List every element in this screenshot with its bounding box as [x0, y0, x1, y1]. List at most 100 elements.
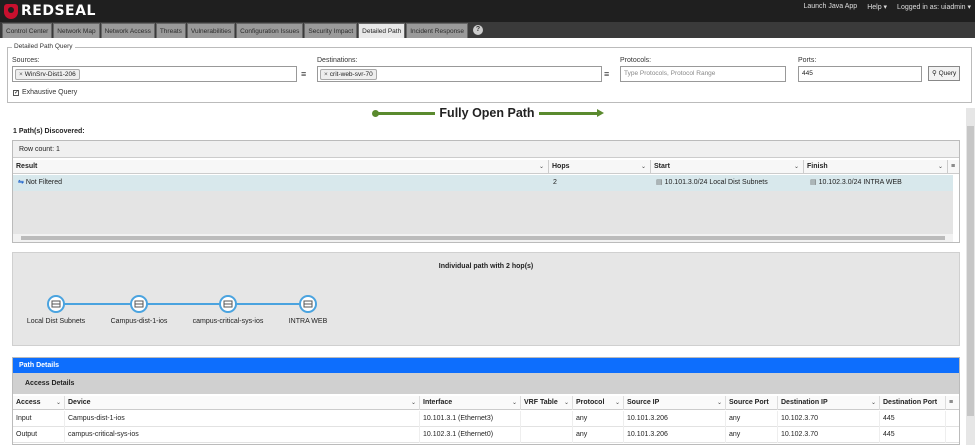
- page-scrollbar-thumb[interactable]: [967, 126, 974, 416]
- launch-java-app-link[interactable]: Launch Java App: [803, 3, 857, 11]
- hop-node-2[interactable]: [219, 295, 237, 313]
- tab-network-access[interactable]: Network Access: [100, 23, 155, 38]
- subnet-icon: [303, 300, 313, 308]
- row-count: Row count: 1: [13, 141, 959, 158]
- col-destination-ip-label: Destination IP: [781, 399, 828, 406]
- chevron-down-icon[interactable]: ⌄: [56, 396, 61, 410]
- col-destination-port[interactable]: Destination Port: [880, 396, 946, 410]
- sources-field[interactable]: × WinSrv-Dist1-206: [12, 66, 297, 82]
- query-button[interactable]: ⚲ Query: [928, 66, 961, 81]
- table-row[interactable]: Output campus-critical-sys-ios 10.102.3.…: [13, 427, 959, 443]
- source-port-cell: any: [726, 411, 778, 427]
- chevron-down-icon[interactable]: ⌄: [615, 396, 620, 410]
- arrow-tail-icon: [372, 109, 436, 117]
- brand-name: REDSEAL: [21, 3, 96, 19]
- tab-threats[interactable]: Threats: [155, 23, 186, 38]
- col-finish-label: Finish: [807, 163, 828, 170]
- path-details-header[interactable]: Path Details: [13, 358, 959, 373]
- col-vrf-table[interactable]: VRF Table ⌄: [521, 396, 573, 410]
- ports-input[interactable]: 445: [798, 66, 922, 82]
- tab-vulnerabilities[interactable]: Vulnerabilities: [186, 23, 236, 38]
- sources-menu-icon[interactable]: ≡: [301, 70, 309, 79]
- chevron-down-icon[interactable]: ⌄: [794, 160, 799, 174]
- destinations-menu-icon[interactable]: ≡: [604, 70, 612, 79]
- path-details: Path Details Access Details Access ⌄ Devi…: [12, 357, 960, 445]
- router-icon: [223, 300, 233, 308]
- col-start-label: Start: [654, 163, 670, 170]
- destination-port-cell: 445: [880, 411, 946, 427]
- remove-destination-icon[interactable]: ×: [324, 71, 328, 78]
- hop-node-start[interactable]: [47, 295, 65, 313]
- col-source-port-label: Source Port: [729, 399, 769, 406]
- chevron-down-icon[interactable]: ⌄: [539, 160, 544, 174]
- col-interface-label: Interface: [423, 399, 453, 406]
- table-row[interactable]: Input Campus-dist-1-ios 10.101.3.1 (Ethe…: [13, 411, 959, 427]
- page-scrollbar[interactable]: [966, 108, 975, 445]
- hop-node-1[interactable]: [130, 295, 148, 313]
- remove-source-icon[interactable]: ×: [19, 71, 23, 78]
- destinations-label: Destinations:: [317, 57, 358, 64]
- detailed-path-query: Detailed Path Query Sources: × WinSrv-Dis…: [7, 43, 972, 103]
- protocols-input[interactable]: Type Protocols, Protocol Range: [620, 66, 786, 82]
- user-menu[interactable]: Logged in as: uiadmin ▾: [897, 3, 971, 11]
- destination-port-cell: 445: [880, 427, 946, 443]
- vrf-cell: [521, 427, 573, 443]
- sources-label: Sources:: [12, 57, 40, 64]
- help-menu[interactable]: Help ▾: [867, 3, 887, 11]
- col-interface[interactable]: Interface ⌄: [420, 396, 521, 410]
- help-icon[interactable]: ?: [473, 25, 484, 35]
- tab-network-map[interactable]: Network Map: [53, 23, 100, 38]
- query-legend: Detailed Path Query: [12, 43, 75, 50]
- start-value: 10.101.3.0/24 Local Dist Subnets: [664, 179, 768, 186]
- result-cell: ⇋ Not Filtered: [15, 175, 62, 191]
- tab-control-center[interactable]: Control Center: [2, 23, 53, 38]
- protocols-label: Protocols:: [620, 57, 652, 64]
- redseal-logo[interactable]: REDSEAL: [4, 3, 96, 19]
- chevron-down-icon[interactable]: ⌄: [717, 396, 722, 410]
- col-access[interactable]: Access ⌄: [13, 396, 65, 410]
- table-row[interactable]: ⇋ Not Filtered 2 ▤ 10.101.3.0/24 Local D…: [13, 175, 953, 191]
- source-chip-label: WinSrv-Dist1-206: [24, 71, 76, 78]
- tab-detailed-path[interactable]: Detailed Path: [358, 23, 406, 38]
- col-hops[interactable]: Hops ⌄: [549, 160, 651, 174]
- tab-security-impact[interactable]: Security Impact: [304, 23, 358, 38]
- col-result-label: Result: [16, 163, 38, 170]
- col-destination-ip[interactable]: Destination IP ⌄: [778, 396, 880, 410]
- chevron-down-icon[interactable]: ⌄: [411, 396, 416, 410]
- col-protocol[interactable]: Protocol ⌄: [573, 396, 624, 410]
- col-device-label: Device: [68, 399, 91, 406]
- results-horizontal-scrollbar[interactable]: [13, 234, 953, 242]
- col-source-port[interactable]: Source Port: [726, 396, 778, 410]
- col-result[interactable]: Result ⌄: [13, 160, 549, 174]
- protocols-placeholder: Type Protocols, Protocol Range: [624, 70, 716, 77]
- chevron-down-icon[interactable]: ⌄: [564, 396, 569, 410]
- column-menu-icon[interactable]: ≡: [948, 160, 959, 174]
- chevron-down-icon[interactable]: ⌄: [938, 160, 943, 174]
- col-start[interactable]: Start ⌄: [651, 160, 804, 174]
- not-filtered-icon: ⇋: [18, 179, 24, 186]
- chevron-down-icon[interactable]: ⌄: [512, 396, 517, 410]
- hop-node-end[interactable]: [299, 295, 317, 313]
- col-access-label: Access: [16, 399, 41, 406]
- results-scrollbar-thumb[interactable]: [21, 236, 945, 240]
- chevron-down-icon[interactable]: ⌄: [641, 160, 646, 174]
- paths-discovered-label: 1 Path(s) Discovered:: [13, 128, 85, 135]
- tab-configuration-issues[interactable]: Configuration Issues: [236, 23, 304, 38]
- col-vrf-label: VRF Table: [524, 399, 558, 406]
- hop-label-end: INTRA WEB: [288, 318, 328, 325]
- col-device[interactable]: Device ⌄: [65, 396, 420, 410]
- col-finish[interactable]: Finish ⌄: [804, 160, 948, 174]
- column-menu-icon[interactable]: ≡: [946, 396, 959, 410]
- chevron-down-icon[interactable]: ⌄: [871, 396, 876, 410]
- ports-value: 445: [802, 70, 813, 77]
- exhaustive-query-checkbox[interactable]: ✓: [13, 90, 19, 96]
- access-cell: Output: [13, 427, 65, 443]
- tab-incident-response[interactable]: Incident Response: [406, 23, 469, 38]
- destinations-field[interactable]: × crit-web-svr-70: [317, 66, 602, 82]
- col-source-ip[interactable]: Source IP ⌄: [624, 396, 726, 410]
- arrow-head-icon: [538, 108, 604, 117]
- router-icon: [134, 300, 144, 308]
- col-hops-label: Hops: [552, 163, 570, 170]
- hop-diagram: Individual path with 2 hop(s) Local Dist…: [12, 252, 960, 346]
- access-details-header[interactable]: Access Details: [13, 373, 959, 394]
